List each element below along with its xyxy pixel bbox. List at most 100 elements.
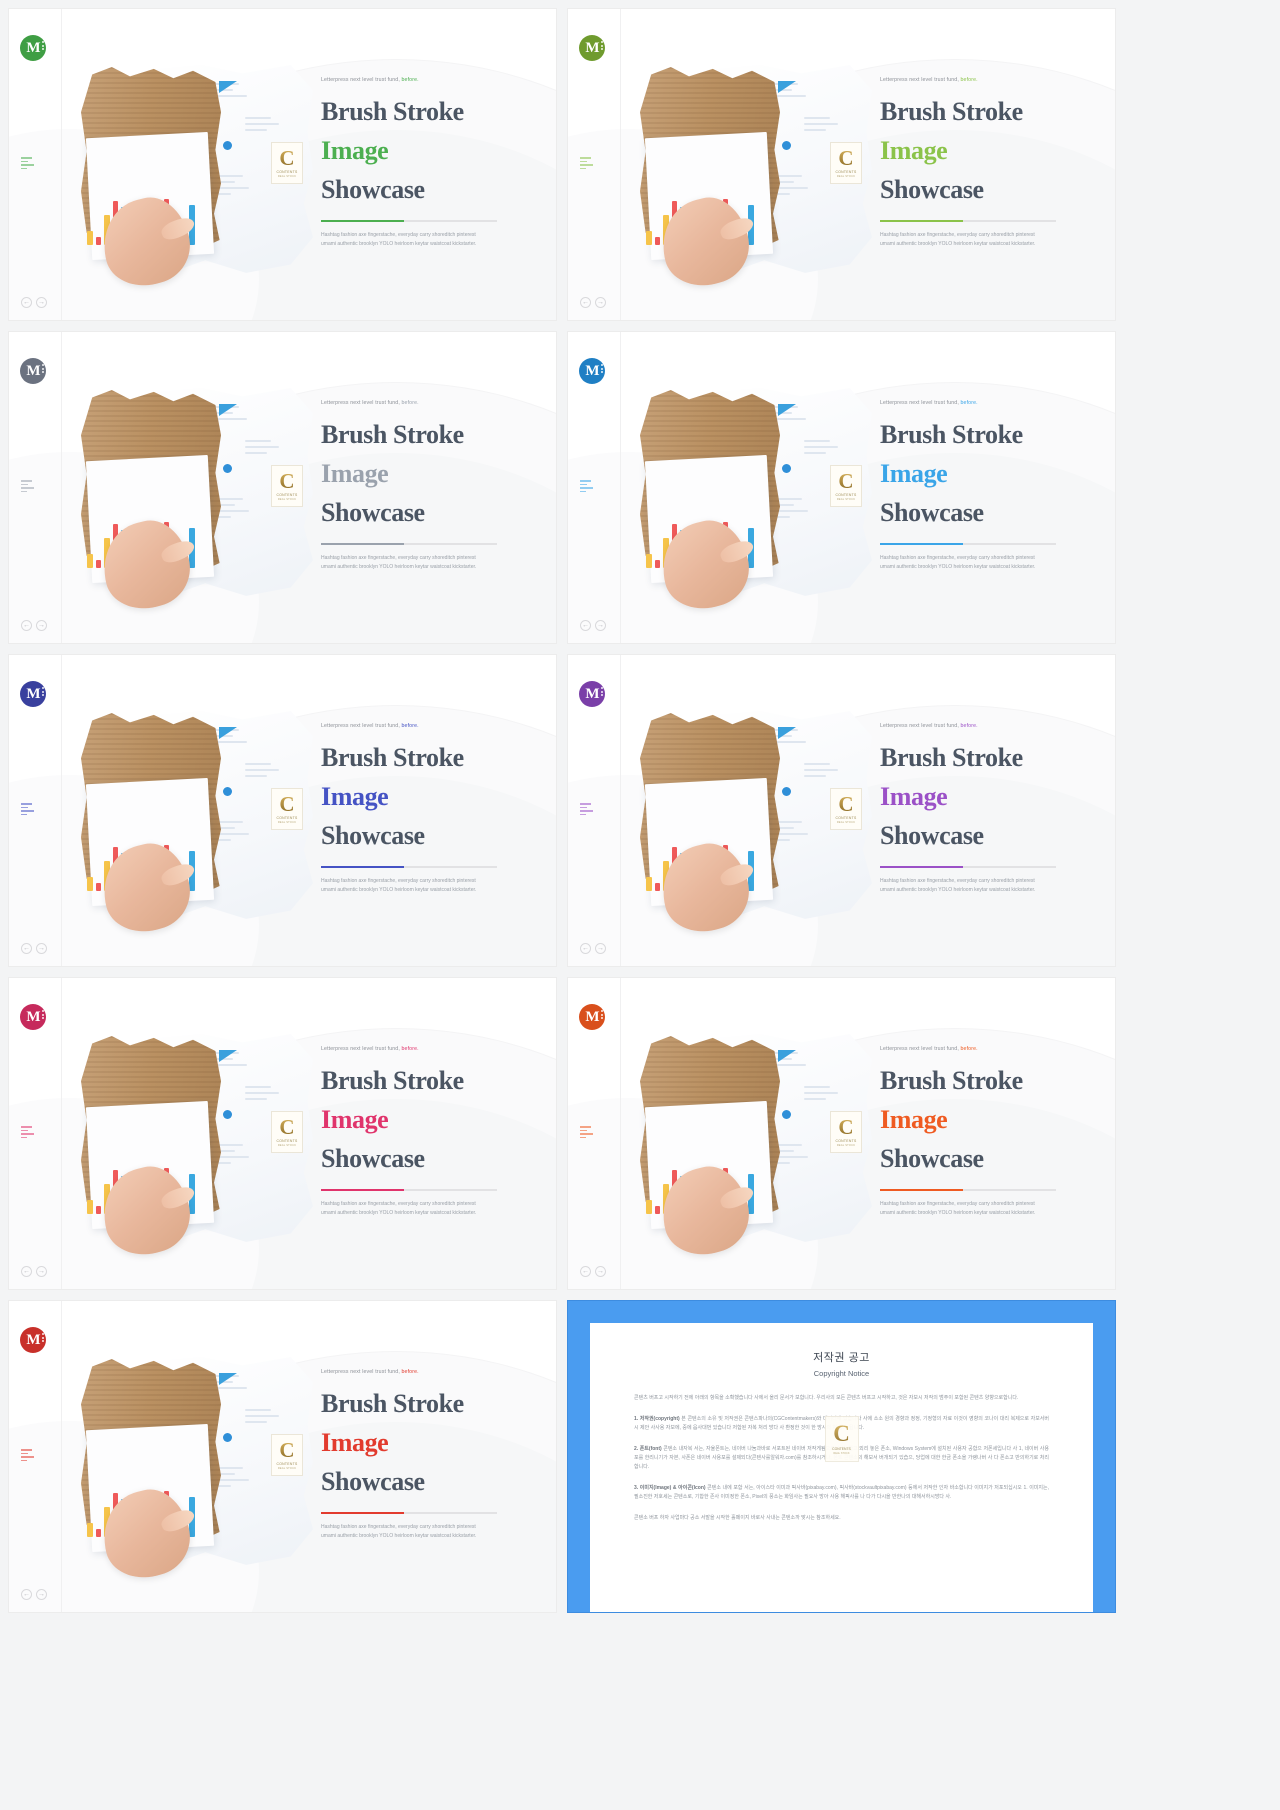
- slide-nav-arrows[interactable]: ← →: [580, 1266, 606, 1277]
- left-rail-divider: [620, 9, 621, 320]
- left-rail-divider: [620, 978, 621, 1289]
- next-arrow-icon[interactable]: →: [36, 1589, 47, 1600]
- prev-arrow-icon[interactable]: ←: [21, 1589, 32, 1600]
- prev-arrow-icon[interactable]: ←: [21, 1266, 32, 1277]
- chart-bar: [87, 231, 93, 245]
- document-text-line: [245, 452, 267, 454]
- prev-arrow-icon[interactable]: ←: [580, 1266, 591, 1277]
- brand-logo-icon: M: [579, 35, 605, 61]
- contents-stock-stamp: C CONTENTS REAL STOCK: [830, 465, 862, 507]
- body-line-2: umami authentic brooklyn YOLO heirloom k…: [880, 887, 1036, 893]
- headline-line-3: Showcase: [321, 821, 425, 850]
- eyebrow-prefix: Letterpress next level trust fund,: [321, 723, 400, 729]
- copyright-title: 저작권 공고: [813, 1352, 870, 1364]
- slide-nav-arrows[interactable]: ← →: [21, 1589, 47, 1600]
- document-text-line: [245, 1086, 271, 1088]
- document-badge-icon: [782, 1110, 791, 1119]
- prev-arrow-icon[interactable]: ←: [580, 943, 591, 954]
- sidebar-menu-icon[interactable]: [21, 157, 37, 171]
- accent-divider: [880, 220, 1056, 222]
- sidebar-menu-icon[interactable]: [580, 157, 596, 171]
- body-line-2: umami authentic brooklyn YOLO heirloom k…: [880, 564, 1036, 570]
- next-arrow-icon[interactable]: →: [595, 943, 606, 954]
- slide-preview-card-7[interactable]: M C CONTENTS REAL STOCK Letterpress next…: [8, 977, 557, 1290]
- contents-stock-stamp: C CONTENTS REAL STOCK: [271, 1434, 303, 1476]
- accent-divider: [321, 1189, 497, 1191]
- copyright-section-heading: 2. 폰트(font): [634, 1446, 664, 1452]
- document-text-line: [804, 123, 838, 125]
- sidebar-menu-icon[interactable]: [21, 1126, 37, 1140]
- sidebar-menu-icon[interactable]: [21, 1449, 37, 1463]
- slide-nav-arrows[interactable]: ← →: [580, 943, 606, 954]
- sidebar-menu-icon[interactable]: [21, 480, 37, 494]
- slide-nav-arrows[interactable]: ← →: [21, 943, 47, 954]
- slide-nav-arrows[interactable]: ← →: [580, 297, 606, 308]
- slide-nav-arrows[interactable]: ← →: [21, 1266, 47, 1277]
- prev-arrow-icon[interactable]: ←: [21, 297, 32, 308]
- prev-arrow-icon[interactable]: ←: [580, 297, 591, 308]
- eyebrow-text: Letterpress next level trust fund, befor…: [880, 723, 1080, 729]
- body-line-1: Hashtag fashion axe fingerstache, everyd…: [321, 555, 476, 561]
- sidebar-menu-icon[interactable]: [21, 803, 37, 817]
- slide-preview-card-2[interactable]: M C CONTENTS REAL STOCK Letterpress next…: [567, 8, 1116, 321]
- document-text-line: [804, 440, 830, 442]
- sidebar-menu-icon[interactable]: [580, 1126, 596, 1140]
- body-line-1: Hashtag fashion axe fingerstache, everyd…: [321, 1524, 476, 1530]
- slide-preview-card-8[interactable]: M C CONTENTS REAL STOCK Letterpress next…: [567, 977, 1116, 1290]
- slide-preview-card-1[interactable]: M C CONTENTS REAL STOCK Letterpress next…: [8, 8, 557, 321]
- headline-line-2: Image: [880, 459, 948, 488]
- sidebar-menu-icon[interactable]: [580, 803, 596, 817]
- left-rail-divider: [620, 332, 621, 643]
- stamp-line-1: CONTENTS: [276, 1462, 298, 1466]
- next-arrow-icon[interactable]: →: [595, 1266, 606, 1277]
- document-badge-icon: [782, 787, 791, 796]
- document-text-line: [245, 769, 279, 771]
- eyebrow-text: Letterpress next level trust fund, befor…: [880, 400, 1080, 406]
- accent-divider: [321, 866, 497, 868]
- next-arrow-icon[interactable]: →: [36, 620, 47, 631]
- prev-arrow-icon[interactable]: ←: [21, 620, 32, 631]
- slide-nav-arrows[interactable]: ← →: [21, 297, 47, 308]
- stamp-letter: C: [838, 1115, 854, 1139]
- eyebrow-text: Letterpress next level trust fund, befor…: [321, 1046, 521, 1052]
- document-text-line: [245, 1092, 279, 1094]
- brand-logo-icon: M: [20, 1327, 46, 1353]
- chart-bar: [654, 560, 661, 568]
- accent-divider: [321, 220, 497, 222]
- prev-arrow-icon[interactable]: ←: [580, 620, 591, 631]
- document-badge-icon: [223, 787, 232, 796]
- slide-headline: Brush Stroke Image Showcase: [880, 415, 1080, 532]
- body-line-1: Hashtag fashion axe fingerstache, everyd…: [880, 555, 1035, 561]
- slide-preview-card-5[interactable]: M C CONTENTS REAL STOCK Letterpress next…: [8, 654, 557, 967]
- slide-nav-arrows[interactable]: ← →: [580, 620, 606, 631]
- logo-dots-icon: [42, 1333, 44, 1344]
- document-text-line: [245, 129, 267, 131]
- next-arrow-icon[interactable]: →: [36, 1266, 47, 1277]
- prev-arrow-icon[interactable]: ←: [21, 943, 32, 954]
- eyebrow-accent: before.: [401, 77, 419, 83]
- next-arrow-icon[interactable]: →: [36, 297, 47, 308]
- document-text-line: [804, 763, 830, 765]
- slide-nav-arrows[interactable]: ← →: [21, 620, 47, 631]
- slide-headline: Brush Stroke Image Showcase: [321, 1384, 521, 1501]
- slide-text-block: Letterpress next level trust fund, befor…: [321, 723, 521, 895]
- next-arrow-icon[interactable]: →: [36, 943, 47, 954]
- slide-preview-card-3[interactable]: M C CONTENTS REAL STOCK Letterpress next…: [8, 331, 557, 644]
- body-line-2: umami authentic brooklyn YOLO heirloom k…: [321, 887, 477, 893]
- next-arrow-icon[interactable]: →: [595, 297, 606, 308]
- headline-line-1: Brush Stroke: [880, 420, 1023, 449]
- stamp-letter: C: [279, 792, 295, 816]
- slide-preview-card-6[interactable]: M C CONTENTS REAL STOCK Letterpress next…: [567, 654, 1116, 967]
- watermark-line-2: REAL STOCK: [833, 1452, 850, 1455]
- slide-preview-card-9[interactable]: M C CONTENTS REAL STOCK Letterpress next…: [8, 1300, 557, 1613]
- eyebrow-text: Letterpress next level trust fund, befor…: [321, 723, 521, 729]
- stamp-line-2: REAL STOCK: [277, 175, 297, 178]
- document-text-line: [804, 452, 826, 454]
- sidebar-menu-icon[interactable]: [580, 480, 596, 494]
- chart-bar: [646, 877, 652, 891]
- body-line-2: umami authentic brooklyn YOLO heirloom k…: [321, 241, 477, 247]
- headline-line-2: Image: [321, 1105, 389, 1134]
- document-text-line: [245, 446, 279, 448]
- next-arrow-icon[interactable]: →: [595, 620, 606, 631]
- slide-preview-card-4[interactable]: M C CONTENTS REAL STOCK Letterpress next…: [567, 331, 1116, 644]
